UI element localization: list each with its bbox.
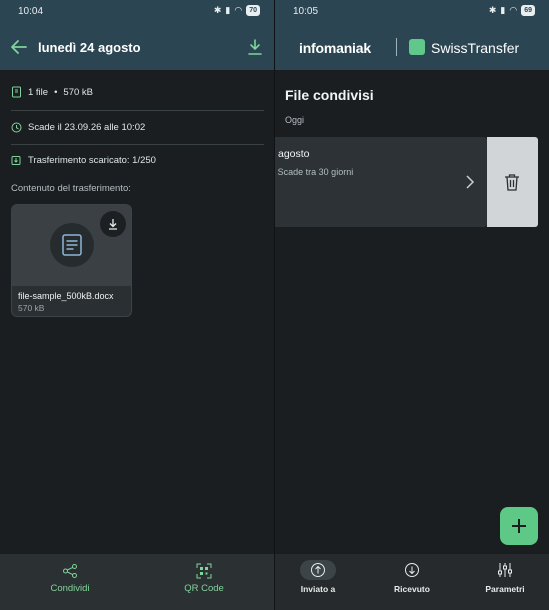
- app-bar: infomaniak SwissTransfer: [275, 24, 549, 70]
- qr-code-icon: [196, 563, 212, 579]
- delete-transfer-button[interactable]: [487, 137, 538, 227]
- bluetooth-icon: ✱: [213, 5, 222, 15]
- downloads-text: Trasferimento scaricato: 1/250: [28, 155, 156, 166]
- status-time: 10:05: [293, 6, 319, 17]
- shared-files-screen: 10:05 ✱ ▮ ◠ 69 infomaniak SwissTransfer …: [275, 0, 549, 610]
- page-title: lunedì 24 agosto: [38, 40, 141, 55]
- total-size: 570 kB: [63, 86, 93, 98]
- nav-received-pill: [394, 560, 430, 580]
- status-time: 10:04: [18, 6, 44, 17]
- battery-icon: 70: [246, 5, 260, 16]
- status-bar: 10:05 ✱ ▮ ◠ 69: [275, 0, 549, 24]
- share-button[interactable]: Condividi: [30, 563, 110, 594]
- chevron-right-icon: [466, 175, 475, 189]
- qr-code-button[interactable]: QR Code: [164, 563, 244, 594]
- signal-icon: ▮: [225, 5, 231, 15]
- separator-dot: •: [54, 86, 58, 98]
- clock-icon: [11, 122, 22, 133]
- nav-settings-label: Parametri: [485, 584, 525, 594]
- qr-code-label: QR Code: [184, 583, 224, 594]
- file-name: file-sample_500kB.docx: [18, 291, 114, 301]
- upload-icon: [311, 563, 325, 577]
- bottom-navigation: Inviato a Ricevuto Parametri: [275, 554, 549, 610]
- signal-icon: ▮: [500, 5, 506, 15]
- date-group-label: Oggi: [285, 115, 305, 125]
- app-name: SwissTransfer: [431, 40, 520, 56]
- file-card[interactable]: file-sample_500kB.docx 570 kB: [11, 204, 132, 317]
- nav-received[interactable]: Ricevuto: [375, 560, 449, 594]
- download-icon: [109, 219, 117, 230]
- nav-sent[interactable]: Inviato a: [281, 560, 355, 594]
- file-icon: [12, 86, 21, 98]
- brand-divider: [396, 38, 397, 56]
- swisstransfer-logo-icon: [409, 39, 425, 55]
- share-label: Condividi: [50, 583, 90, 594]
- battery-icon: 69: [521, 5, 535, 16]
- file-thumbnail: [12, 205, 131, 286]
- new-transfer-button[interactable]: [500, 507, 538, 545]
- page-title: File condivisi: [285, 87, 374, 103]
- wifi-icon: ◠: [509, 5, 518, 15]
- file-size: 570 kB: [18, 303, 45, 313]
- download-all-icon[interactable]: [246, 38, 264, 56]
- status-bar: 10:04 ✱ ▮ ◠ 70: [0, 0, 274, 24]
- trash-icon: [505, 174, 519, 191]
- nav-sent-label: Inviato a: [300, 584, 336, 594]
- downloads-row: Trasferimento scaricato: 1/250: [11, 155, 156, 166]
- file-download-button[interactable]: [100, 211, 126, 237]
- nav-sent-pill: [300, 560, 336, 580]
- action-bar: Condividi QR Code: [0, 554, 274, 610]
- expiry-text: Scade il 23.09.26 alle 10:02: [28, 122, 146, 133]
- nav-settings-pill: [487, 560, 523, 580]
- file-count: 1 file: [28, 86, 49, 98]
- plus-icon: [512, 519, 526, 533]
- file-count-row: 1 file • 570 kB: [11, 86, 93, 98]
- document-icon: [62, 234, 82, 256]
- divider: [11, 144, 264, 145]
- app-bar: lunedì 24 agosto: [0, 24, 274, 70]
- infomaniak-logo: infomaniak: [299, 40, 371, 56]
- document-icon-circle: [50, 223, 94, 267]
- bluetooth-icon: ✱: [488, 5, 497, 15]
- transfer-title: agosto: [278, 148, 310, 160]
- divider: [11, 110, 264, 111]
- nav-settings[interactable]: Parametri: [468, 560, 542, 594]
- status-icons: ✱ ▮ ◠ 69: [489, 5, 535, 16]
- download-count-icon: [11, 156, 21, 165]
- status-icons: ✱ ▮ ◠ 70: [214, 5, 260, 16]
- nav-received-label: Ricevuto: [394, 584, 430, 594]
- wifi-icon: ◠: [234, 5, 243, 15]
- content-section-label: Contenuto del trasferimento:: [11, 183, 131, 194]
- sliders-icon: [498, 563, 512, 577]
- download-circle-icon: [405, 563, 419, 577]
- transfer-detail-screen: 10:04 ✱ ▮ ◠ 70 lunedì 24 agosto 1 file •…: [0, 0, 274, 610]
- share-icon: [63, 564, 77, 578]
- expiry-row: Scade il 23.09.26 alle 10:02: [11, 122, 145, 133]
- transfer-list-item[interactable]: agosto • Scade tra 30 giorni: [275, 137, 487, 227]
- back-arrow-icon[interactable]: [10, 38, 28, 56]
- transfer-subtitle: • Scade tra 30 giorni: [275, 167, 354, 177]
